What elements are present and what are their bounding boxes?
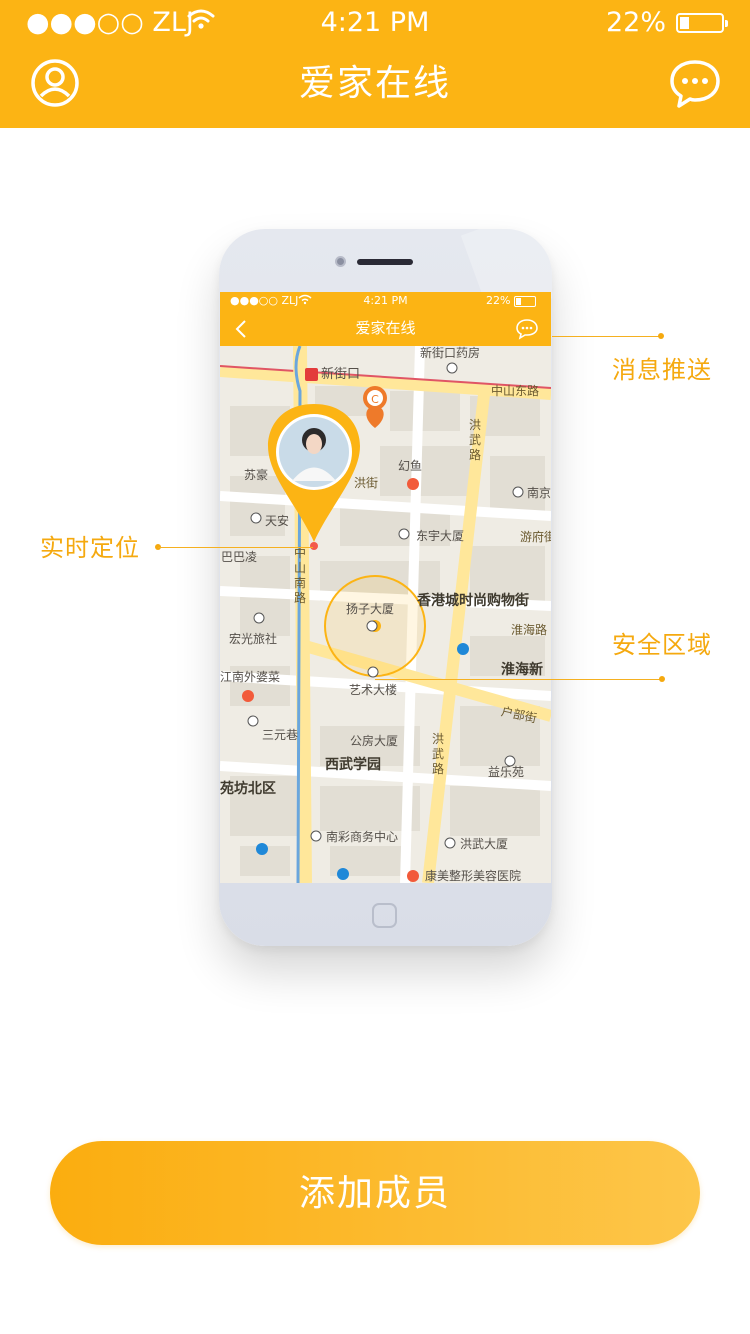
callout-line-location — [158, 547, 313, 548]
phone-speaker — [357, 259, 413, 265]
phone-screen: ●●●○○ ZLJ 4:21 PM 22% 爱家在线 C 新街口药房 新街口 中… — [220, 292, 551, 883]
map-label: 苏豪 — [244, 468, 269, 482]
map-label: 洪武大厦 — [460, 837, 509, 851]
page-title: 爱家在线 — [298, 63, 451, 104]
phone-home-button — [372, 903, 397, 928]
map-label: 洪武路 — [431, 732, 444, 776]
battery-indicator: 22% — [605, 6, 728, 40]
callout-message-push: 消息推送 — [612, 356, 712, 384]
map-label: 益乐苑 — [488, 765, 525, 779]
map-label: 东宇大厦 — [416, 529, 465, 543]
map-label: 洪街 — [354, 476, 379, 490]
map-label: 幻鱼 — [398, 459, 423, 473]
mock-battery: 22% — [486, 293, 537, 309]
chat-bubble-icon[interactable] — [668, 58, 722, 110]
map-label: 天安 — [265, 514, 290, 528]
mock-title: 爱家在线 — [355, 319, 416, 337]
battery-icon — [676, 13, 728, 33]
map-label: 中山东路 — [491, 384, 540, 398]
map-label: 艺术大楼 — [349, 683, 398, 697]
map-label: 宏光旅社 — [229, 632, 278, 646]
mock-battery-percent: 22% — [486, 294, 511, 307]
map-label: 南彩商务中心 — [326, 830, 399, 844]
map-label: 苑坊北区 — [220, 781, 276, 797]
map-label: 新街口药房 — [420, 346, 481, 360]
callout-dot-safezone — [659, 676, 665, 682]
map-label: 淮海新 — [501, 662, 543, 678]
map-label: 扬子大厦 — [346, 602, 395, 616]
map-label: 康美整形美容医院 — [425, 869, 522, 883]
map-label: 巴巴凌 — [221, 550, 258, 564]
map-label: 游府街 — [520, 530, 551, 544]
callout-safe-zone: 安全区域 — [612, 631, 712, 659]
map-label: 南京 — [527, 486, 551, 500]
mock-battery-icon — [514, 295, 537, 307]
map-label: 江南外婆菜 — [220, 670, 281, 684]
map-label: 西武学园 — [325, 757, 381, 773]
callout-line-safezone — [375, 679, 661, 680]
callout-realtime-location: 实时定位 — [40, 534, 140, 562]
map-label: 中山南路 — [293, 546, 306, 605]
app-header: ●●●○○ ZLJ 4:21 PM 22% 爱家在线 — [0, 0, 750, 128]
map-label: 三元巷 — [262, 728, 299, 742]
callout-line-message — [552, 336, 660, 337]
add-member-button[interactable]: 添加成员 — [50, 1141, 700, 1245]
callout-dot-message — [658, 333, 664, 339]
map-label: 公房大厦 — [350, 734, 399, 748]
phone-camera — [335, 256, 346, 267]
battery-percent: 22% — [605, 7, 666, 38]
map-label: 香港城时尚购物街 — [417, 593, 529, 609]
svg-text:C: C — [371, 393, 379, 406]
map-label: 洪武路 — [468, 418, 481, 462]
phone-screen-header: ●●●○○ ZLJ 4:21 PM 22% 爱家在线 — [220, 292, 551, 346]
battery-level — [680, 17, 689, 29]
map-label: 淮海路 — [511, 623, 548, 637]
mock-chat-icon — [516, 318, 538, 340]
phone-mockup: ●●●○○ ZLJ 4:21 PM 22% 爱家在线 C 新街口药房 新街口 中… — [219, 229, 552, 946]
map-label: 新街口 — [321, 367, 361, 382]
